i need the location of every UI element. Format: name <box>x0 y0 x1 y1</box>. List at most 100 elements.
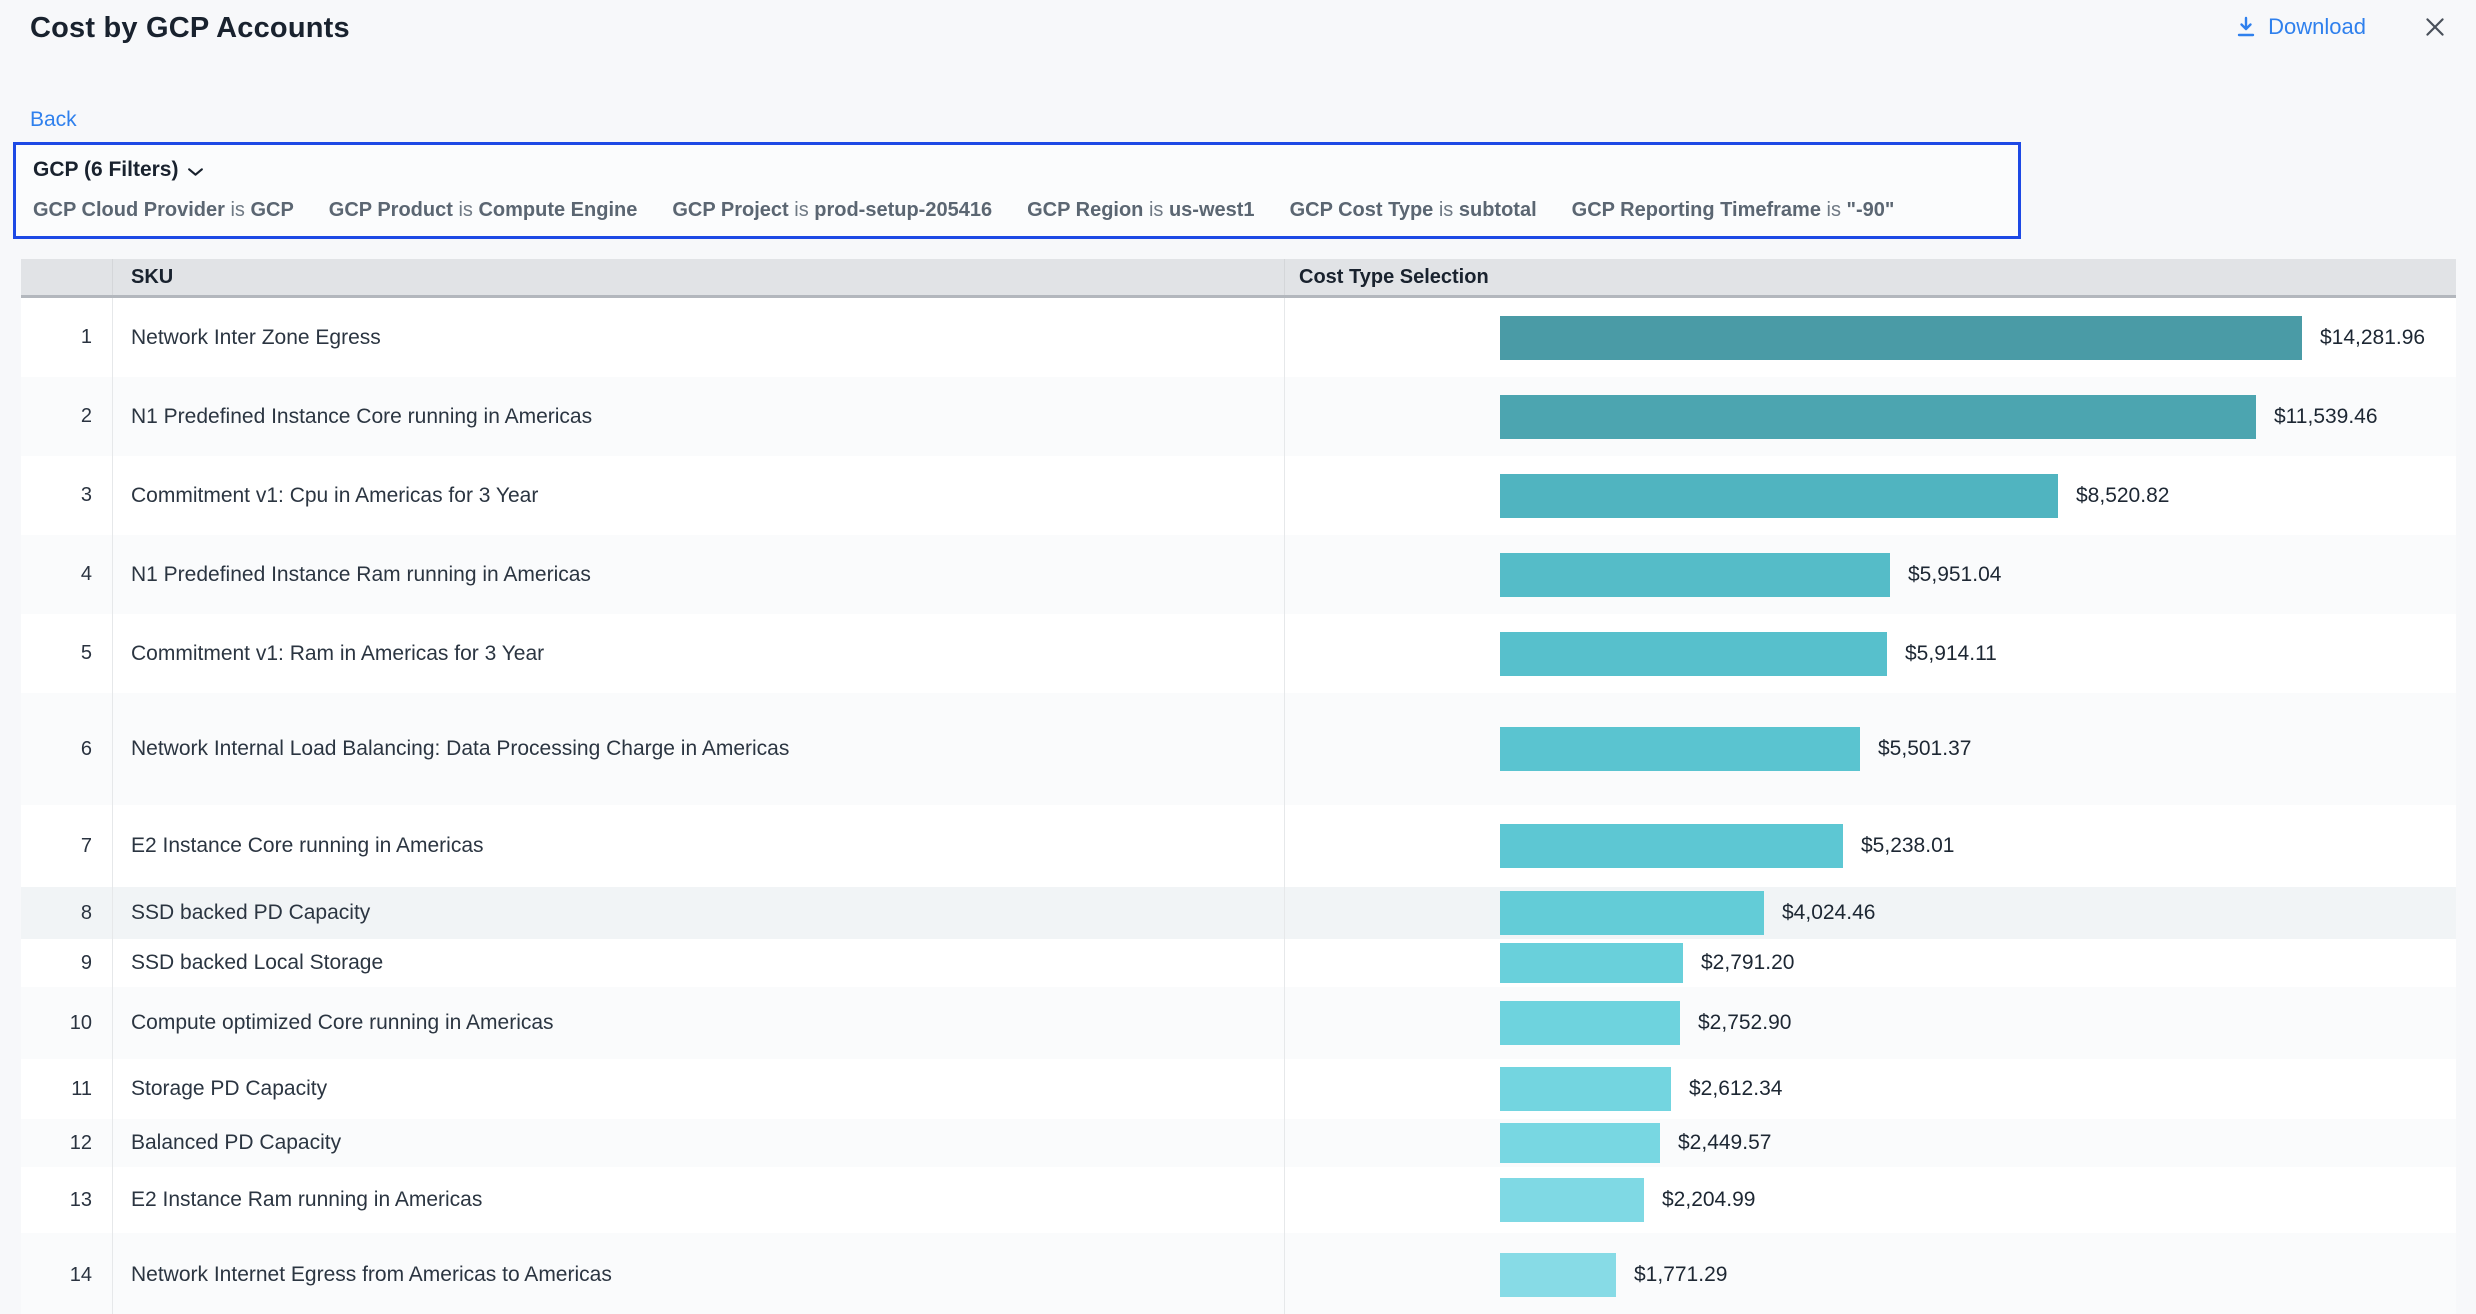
sku-label: N1 Predefined Instance Ram running in Am… <box>113 535 1285 614</box>
cost-bar[interactable] <box>1500 727 1860 771</box>
bar-track: $5,914.11 <box>1500 632 1997 676</box>
cost-bar-cell: $2,449.57 <box>1285 1119 2456 1167</box>
cost-value: $5,501.37 <box>1878 737 1971 761</box>
table-row[interactable]: 4N1 Predefined Instance Ram running in A… <box>21 535 2456 614</box>
cost-bar[interactable] <box>1500 316 2302 360</box>
cost-value: $4,024.46 <box>1782 901 1875 925</box>
bar-track: $5,238.01 <box>1500 824 1954 868</box>
filter-value: subtotal <box>1459 199 1537 221</box>
sku-label: Compute optimized Core running in Americ… <box>113 987 1285 1059</box>
table-row[interactable]: 6Network Internal Load Balancing: Data P… <box>21 693 2456 805</box>
table-row[interactable]: 14Network Internet Egress from Americas … <box>21 1233 2456 1314</box>
table-row[interactable]: 8SSD backed PD Capacity$4,024.46 <box>21 887 2456 939</box>
table-row[interactable]: 11Storage PD Capacity$2,612.34 <box>21 1059 2456 1119</box>
cost-bar[interactable] <box>1500 1067 1671 1111</box>
close-button[interactable] <box>2422 14 2448 40</box>
bar-track: $11,539.46 <box>1500 395 2378 439</box>
bar-track: $2,204.99 <box>1500 1178 1755 1222</box>
cost-bar[interactable] <box>1500 1253 1616 1297</box>
sku-label: SSD backed Local Storage <box>113 939 1285 987</box>
filter-operator: is <box>1821 199 1847 221</box>
filter-field: GCP Reporting Timeframe <box>1572 199 1821 221</box>
bar-track: $2,791.20 <box>1500 943 1794 983</box>
sku-label: Network Internet Egress from Americas to… <box>113 1233 1285 1314</box>
filter-chip[interactable]: GCP Cost Type is subtotal <box>1290 199 1537 222</box>
cost-bar-cell: $4,024.46 <box>1285 887 2456 939</box>
cost-value: $1,771.29 <box>1634 1263 1727 1287</box>
table-row[interactable]: 3Commitment v1: Cpu in Americas for 3 Ye… <box>21 456 2456 535</box>
filter-list: GCP Cloud Provider is GCP GCP Product is … <box>33 199 2001 222</box>
cost-bar-cell: $5,238.01 <box>1285 805 2456 887</box>
cost-bar-cell: $2,752.90 <box>1285 987 2456 1059</box>
sku-label: E2 Instance Core running in Americas <box>113 805 1285 887</box>
bar-track: $2,752.90 <box>1500 1001 1791 1045</box>
table-row[interactable]: 1Network Inter Zone Egress$14,281.96 <box>21 298 2456 377</box>
table-row[interactable]: 13E2 Instance Ram running in Americas $2,… <box>21 1167 2456 1233</box>
table-row[interactable]: 5Commitment v1: Ram in Americas for 3 Ye… <box>21 614 2456 693</box>
filter-field: GCP Region <box>1027 199 1143 221</box>
cost-value: $2,791.20 <box>1701 951 1794 975</box>
filter-value: GCP <box>250 199 293 221</box>
cost-bar[interactable] <box>1500 1123 1660 1163</box>
filter-chip[interactable]: GCP Cloud Provider is GCP <box>33 199 294 222</box>
cost-bar-cell: $11,539.46 <box>1285 377 2456 456</box>
cost-bar[interactable] <box>1500 395 2256 439</box>
bar-track: $14,281.96 <box>1500 316 2425 360</box>
cost-bar-cell: $5,951.04 <box>1285 535 2456 614</box>
table-row[interactable]: 9SSD backed Local Storage $2,791.20 <box>21 939 2456 987</box>
filter-chip[interactable]: GCP Project is prod-setup-205416 <box>672 199 992 222</box>
cost-bar[interactable] <box>1500 943 1683 983</box>
table-row[interactable]: 7E2 Instance Core running in Americas$5,… <box>21 805 2456 887</box>
cost-bar[interactable] <box>1500 1001 1680 1045</box>
cost-value: $11,539.46 <box>2274 405 2378 429</box>
row-number: 14 <box>21 1233 113 1314</box>
cost-value: $2,204.99 <box>1662 1188 1755 1212</box>
table-row[interactable]: 10Compute optimized Core running in Amer… <box>21 987 2456 1059</box>
download-button[interactable]: Download <box>2234 14 2366 40</box>
chevron-down-icon <box>187 166 204 178</box>
cost-bar-cell: $14,281.96 <box>1285 298 2456 377</box>
bar-track: $5,501.37 <box>1500 727 1971 771</box>
cost-bar[interactable] <box>1500 553 1890 597</box>
row-number: 11 <box>21 1059 113 1119</box>
filter-field: GCP Cloud Provider <box>33 199 225 221</box>
filter-field: GCP Cost Type <box>1290 199 1434 221</box>
cost-bar[interactable] <box>1500 891 1764 935</box>
filter-operator: is <box>225 199 251 221</box>
filter-chip[interactable]: GCP Reporting Timeframe is "-90" <box>1572 199 1895 222</box>
row-number: 9 <box>21 939 113 987</box>
bar-track: $1,771.29 <box>1500 1253 1727 1297</box>
cost-value: $14,281.96 <box>2320 326 2425 350</box>
cost-bar[interactable] <box>1500 474 2058 518</box>
row-number: 13 <box>21 1167 113 1233</box>
download-icon <box>2234 15 2258 39</box>
back-link[interactable]: Back <box>30 108 77 132</box>
table-row[interactable]: 2N1 Predefined Instance Core running in … <box>21 377 2456 456</box>
cost-value: $8,520.82 <box>2076 484 2169 508</box>
cost-bar[interactable] <box>1500 632 1887 676</box>
filter-summary-dropdown[interactable]: GCP (6 Filters) <box>33 158 204 182</box>
cost-table: SKU Cost Type Selection 1Network Inter Z… <box>21 259 2456 1314</box>
filter-operator: is <box>1143 199 1169 221</box>
table-row[interactable]: 12Balanced PD Capacity$2,449.57 <box>21 1119 2456 1167</box>
bar-track: $5,951.04 <box>1500 553 2001 597</box>
download-label: Download <box>2268 14 2366 40</box>
filter-operator: is <box>789 199 815 221</box>
header-sku-column[interactable]: SKU <box>113 259 1285 295</box>
filter-chip[interactable]: GCP Region is us-west1 <box>1027 199 1254 222</box>
close-icon <box>2422 14 2448 40</box>
cost-value: $5,914.11 <box>1905 642 1997 666</box>
cost-bar[interactable] <box>1500 1178 1644 1222</box>
row-number: 2 <box>21 377 113 456</box>
filter-chip[interactable]: GCP Product is Compute Engine <box>329 199 638 222</box>
cost-bar-cell: $5,501.37 <box>1285 693 2456 805</box>
sku-label: N1 Predefined Instance Core running in A… <box>113 377 1285 456</box>
cost-bar-cell: $2,612.34 <box>1285 1059 2456 1119</box>
cost-bar-cell: $2,204.99 <box>1285 1167 2456 1233</box>
cost-bar[interactable] <box>1500 824 1843 868</box>
row-number: 1 <box>21 298 113 377</box>
filter-panel: GCP (6 Filters) GCP Cloud Provider is GC… <box>13 142 2021 239</box>
cost-value: $5,951.04 <box>1908 563 2001 587</box>
header-cost-column[interactable]: Cost Type Selection <box>1285 259 2456 295</box>
sku-label: E2 Instance Ram running in Americas <box>113 1167 1285 1233</box>
